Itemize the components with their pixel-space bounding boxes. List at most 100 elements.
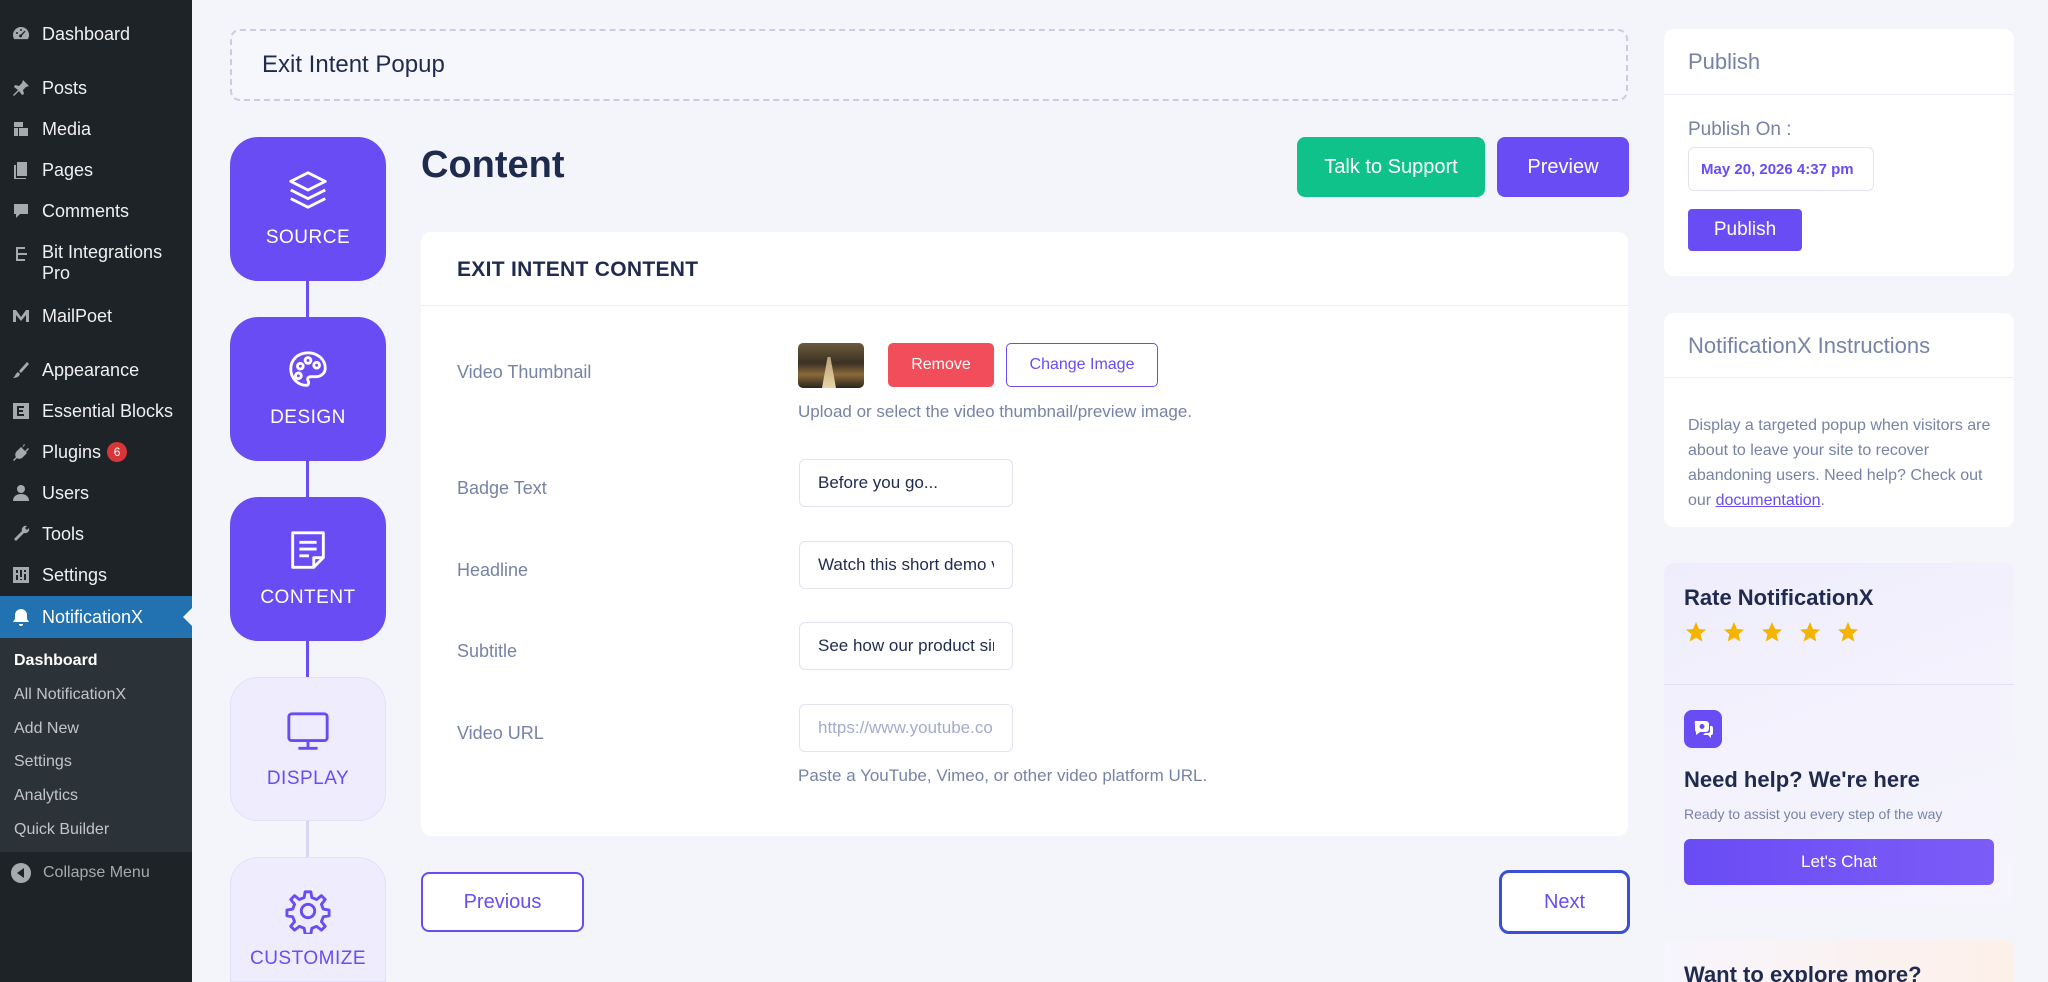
gear-icon bbox=[285, 888, 331, 936]
menu-item-media[interactable]: Media bbox=[0, 109, 192, 149]
lets-chat-button[interactable]: Let's Chat bbox=[1684, 839, 1994, 885]
submenu-settings[interactable]: Settings bbox=[14, 753, 72, 771]
step-connector bbox=[306, 461, 309, 497]
notification-title-field[interactable]: Exit Intent Popup bbox=[230, 29, 1628, 101]
help-title: Need help? We're here bbox=[1684, 767, 1920, 792]
step-connector bbox=[306, 641, 309, 677]
menu-label: Posts bbox=[42, 77, 88, 98]
star-icon[interactable] bbox=[1684, 620, 1708, 644]
menu-label: NotificationX bbox=[42, 606, 144, 627]
step-display[interactable]: DISPLAY bbox=[230, 677, 386, 821]
menu-label: Pages bbox=[42, 159, 94, 180]
menu-item-notificationx[interactable]: NotificationX bbox=[0, 596, 192, 638]
dashboard-icon bbox=[10, 23, 32, 45]
pages-icon bbox=[10, 159, 32, 181]
menu-item-users[interactable]: Users bbox=[0, 473, 192, 513]
video-url-help-text: Paste a YouTube, Vimeo, or other video p… bbox=[798, 766, 1208, 785]
palette-icon bbox=[285, 347, 331, 393]
video-thumbnail-image bbox=[798, 343, 864, 388]
step-label: CUSTOMIZE bbox=[249, 948, 367, 969]
talk-to-support-button[interactable]: Talk to Support bbox=[1297, 137, 1485, 197]
menu-item-dashboard[interactable]: Dashboard bbox=[0, 14, 192, 54]
step-content[interactable]: CONTENT bbox=[230, 497, 386, 641]
star-icon[interactable] bbox=[1722, 620, 1746, 644]
user-icon bbox=[10, 482, 32, 504]
settings-icon bbox=[10, 564, 32, 586]
collapse-menu-button[interactable]: Collapse Menu bbox=[0, 856, 192, 890]
change-image-button[interactable]: Change Image bbox=[1006, 343, 1158, 387]
exit-intent-content-card: EXIT INTENT CONTENT Video Thumbnail Remo… bbox=[421, 232, 1628, 836]
menu-item-posts[interactable]: Posts bbox=[0, 68, 192, 108]
menu-item-settings[interactable]: Settings bbox=[0, 555, 192, 595]
instructions-panel: NotificationX Instructions Display a tar… bbox=[1664, 313, 2014, 527]
rate-panel: Rate NotificationX Need help? We're here… bbox=[1664, 563, 2014, 905]
star-icon[interactable] bbox=[1798, 620, 1822, 644]
pin-icon bbox=[10, 77, 32, 99]
menu-item-essential-blocks[interactable]: Essential Blocks bbox=[0, 391, 192, 431]
menu-item-comments[interactable]: Comments bbox=[0, 191, 192, 231]
explore-title: Want to explore more? bbox=[1684, 962, 1922, 982]
headline-input[interactable] bbox=[799, 541, 1013, 589]
remove-image-button[interactable]: Remove bbox=[888, 343, 994, 387]
menu-item-plugins[interactable]: Plugins 6 bbox=[0, 432, 192, 472]
menu-label: Settings bbox=[42, 564, 108, 585]
thumbnail-help-text: Upload or select the video thumbnail/pre… bbox=[798, 402, 1193, 421]
menu-label: Bit Integrations Pro bbox=[42, 242, 163, 283]
card-title: EXIT INTENT CONTENT bbox=[457, 258, 699, 281]
documentation-link[interactable]: documentation bbox=[1716, 492, 1821, 509]
comment-icon bbox=[10, 200, 32, 222]
divider bbox=[421, 305, 1628, 306]
menu-label: Essential Blocks bbox=[42, 400, 174, 421]
layers-icon bbox=[285, 167, 331, 213]
video-url-input[interactable] bbox=[799, 704, 1013, 752]
video-thumbnail-label: Video Thumbnail bbox=[457, 362, 592, 382]
star-icon[interactable] bbox=[1760, 620, 1784, 644]
chat-help-icon bbox=[1684, 710, 1722, 748]
help-subtitle: Ready to assist you every step of the wa… bbox=[1684, 806, 1943, 822]
mailpoet-icon bbox=[10, 305, 32, 327]
menu-label: Dashboard bbox=[42, 23, 131, 44]
menu-label: Users bbox=[42, 482, 90, 503]
divider bbox=[1664, 684, 2014, 685]
step-label: CONTENT bbox=[260, 587, 356, 608]
submenu-all-notificationx[interactable]: All NotificationX bbox=[14, 686, 126, 704]
star-icon[interactable] bbox=[1836, 620, 1860, 644]
media-icon bbox=[10, 118, 32, 140]
notificationx-icon bbox=[10, 606, 32, 628]
step-connector bbox=[306, 821, 309, 857]
previous-button[interactable]: Previous bbox=[421, 872, 584, 932]
step-source[interactable]: SOURCE bbox=[230, 137, 386, 281]
menu-label: Tools bbox=[42, 523, 85, 544]
headline-label: Headline bbox=[457, 560, 529, 580]
wrench-icon bbox=[10, 523, 32, 545]
menu-item-tools[interactable]: Tools bbox=[0, 514, 192, 554]
instructions-suffix: . bbox=[1820, 492, 1825, 509]
menu-item-bit-integrations[interactable]: Bit Integrations Pro bbox=[0, 242, 192, 290]
brush-icon bbox=[10, 359, 32, 381]
step-customize[interactable]: CUSTOMIZE bbox=[230, 857, 386, 982]
publish-button[interactable]: Publish bbox=[1688, 209, 1802, 251]
submenu-dashboard[interactable]: Dashboard bbox=[14, 652, 98, 670]
preview-button[interactable]: Preview bbox=[1497, 137, 1629, 197]
menu-item-appearance[interactable]: Appearance bbox=[0, 350, 192, 390]
menu-item-mailpoet[interactable]: MailPoet bbox=[0, 296, 192, 336]
step-design[interactable]: DESIGN bbox=[230, 317, 386, 461]
submenu-add-new[interactable]: Add New bbox=[14, 720, 79, 738]
badge-text-input[interactable] bbox=[799, 459, 1013, 507]
page-heading: Content bbox=[421, 144, 565, 186]
step-label: SOURCE bbox=[265, 227, 351, 248]
subtitle-label: Subtitle bbox=[457, 641, 518, 661]
plugins-update-badge: 6 bbox=[107, 442, 128, 462]
notification-title: Exit Intent Popup bbox=[262, 51, 445, 78]
publish-date-value: May 20, 2026 4:37 pm bbox=[1701, 160, 1854, 178]
submenu-analytics[interactable]: Analytics bbox=[14, 787, 78, 805]
subtitle-input[interactable] bbox=[799, 622, 1013, 670]
step-label: DESIGN bbox=[270, 407, 346, 428]
notificationx-submenu: Dashboard All NotificationX Add New Sett… bbox=[0, 638, 192, 852]
menu-item-pages[interactable]: Pages bbox=[0, 150, 192, 190]
next-button[interactable]: Next bbox=[1499, 870, 1630, 934]
rating-stars[interactable] bbox=[1684, 620, 1860, 644]
menu-label: Media bbox=[42, 118, 92, 139]
submenu-quick-builder[interactable]: Quick Builder bbox=[14, 821, 109, 839]
publish-date-picker[interactable]: May 20, 2026 4:37 pm bbox=[1688, 147, 1874, 191]
